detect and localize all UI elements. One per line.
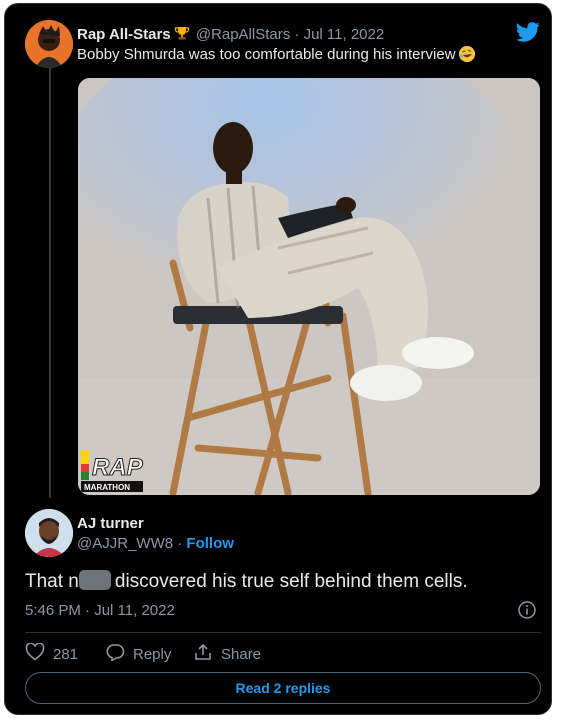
tweet-text-row: Bobby Shmurda was too comfortable during… bbox=[77, 46, 475, 63]
read-replies-button[interactable]: Read 2 replies bbox=[25, 672, 541, 704]
reply-author-handle[interactable]: @AJJR_WW8 · bbox=[77, 535, 182, 552]
tweet-media-image[interactable]: RAP MARATHON bbox=[78, 78, 540, 495]
reply-text: That n discovered his true self behind th… bbox=[25, 570, 468, 593]
author-handle[interactable]: @RapAllStars bbox=[196, 26, 290, 43]
thread-line bbox=[49, 68, 51, 498]
tweet-header: Rap All-Stars @RapAllStars · Jul 11, 202… bbox=[77, 25, 384, 45]
embedded-tweet-card: Rap All-Stars @RapAllStars · Jul 11, 202… bbox=[4, 3, 552, 715]
trophy-icon bbox=[174, 25, 190, 45]
share-button[interactable]: Share bbox=[193, 643, 261, 665]
rap-all-stars-avatar[interactable] bbox=[25, 20, 73, 68]
rap-marathon-logo: RAP MARATHON bbox=[81, 450, 144, 492]
tweet-text: Bobby Shmurda was too comfortable during… bbox=[77, 46, 456, 63]
reply-bubble-icon bbox=[105, 643, 125, 665]
like-button[interactable]: 281 bbox=[25, 642, 79, 665]
twitter-bird-icon[interactable] bbox=[516, 22, 540, 47]
share-icon bbox=[193, 643, 213, 665]
like-count: 281 bbox=[53, 645, 79, 663]
aj-turner-avatar[interactable] bbox=[25, 509, 73, 557]
follow-button[interactable]: Follow bbox=[186, 535, 234, 552]
reply-text-start: That n bbox=[25, 571, 79, 592]
censored-word-blur bbox=[78, 570, 111, 590]
watermark-rap: RAP bbox=[92, 454, 144, 481]
reply-button[interactable]: Reply bbox=[105, 643, 171, 665]
tweet-date[interactable]: · Jul 11, 2022 bbox=[294, 26, 384, 43]
share-label: Share bbox=[221, 645, 262, 663]
reply-label: Reply bbox=[133, 645, 172, 663]
watermark-marathon: MARATHON bbox=[84, 483, 130, 492]
rolling-laughing-emoji bbox=[458, 46, 475, 62]
reply-author-name[interactable]: AJ turner bbox=[77, 515, 144, 532]
reply-handle-row: @AJJR_WW8 · Follow bbox=[77, 535, 234, 552]
heart-icon bbox=[25, 642, 45, 665]
info-icon[interactable] bbox=[518, 601, 536, 619]
reply-timestamp[interactable]: 5:46 PM · Jul 11, 2022 bbox=[25, 602, 175, 619]
author-name[interactable]: Rap All-Stars bbox=[77, 26, 171, 43]
divider bbox=[25, 632, 541, 633]
reply-text-end: discovered his true self behind them cel… bbox=[114, 571, 468, 592]
